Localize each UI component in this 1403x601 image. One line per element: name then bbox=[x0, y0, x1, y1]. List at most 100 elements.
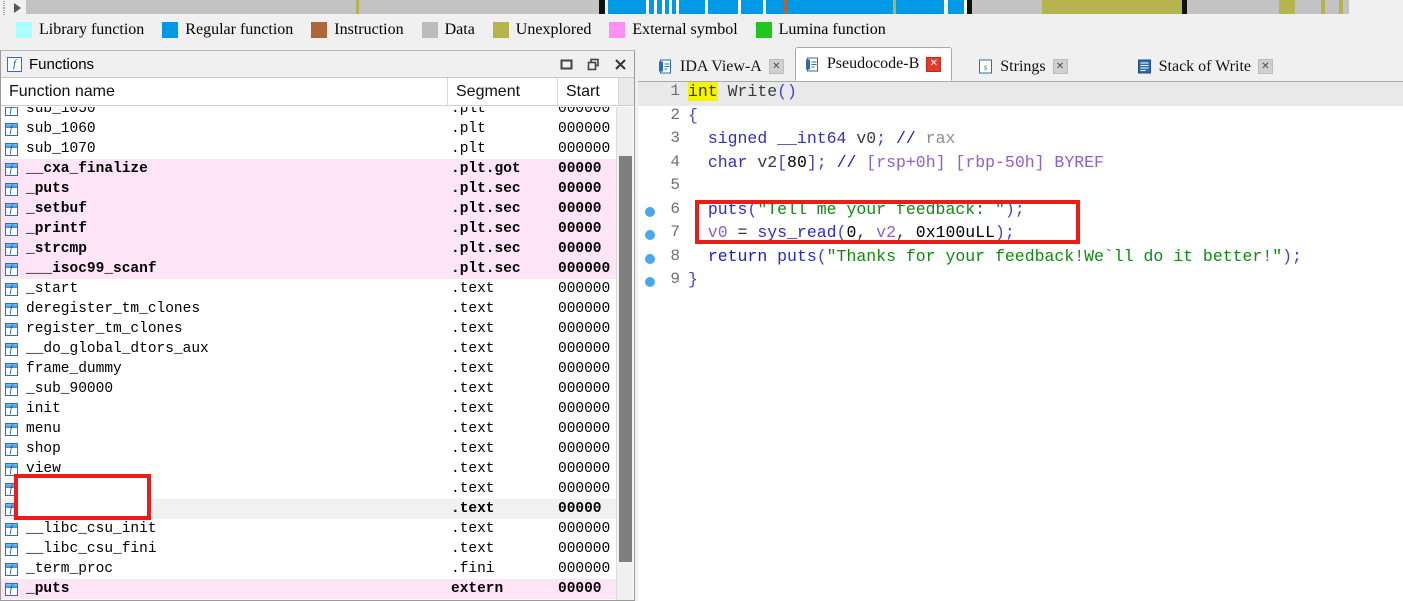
column-header-start[interactable]: Start bbox=[558, 78, 618, 105]
tab-close-icon[interactable]: ✕ bbox=[769, 59, 784, 74]
code-token bbox=[688, 153, 708, 172]
tab-close-icon[interactable]: ✕ bbox=[1258, 59, 1273, 74]
navigation-band-segment[interactable] bbox=[1042, 0, 1182, 14]
pseudocode-view[interactable]: 1int Write()2{3 signed __int64 v0; // ra… bbox=[638, 82, 1403, 601]
code-line[interactable]: 9} bbox=[638, 270, 1403, 294]
table-row[interactable]: f_term_proc.fini000000 bbox=[1, 559, 617, 579]
line-gutter: 3 bbox=[638, 129, 684, 147]
table-row[interactable]: fsub_1050.plt000000 bbox=[1, 107, 617, 119]
navigation-band-segment[interactable] bbox=[948, 0, 964, 14]
table-row[interactable]: f_putsextern00000 bbox=[1, 579, 617, 599]
pseudocode-icon bbox=[805, 57, 820, 72]
play-arrow-icon[interactable] bbox=[10, 1, 24, 15]
code-text: } bbox=[684, 270, 698, 289]
functions-list-scrollbar-thumb[interactable] bbox=[619, 156, 632, 562]
cell-segment: .plt.sec bbox=[448, 181, 558, 197]
table-row[interactable]: f_strcmp.plt.sec00000 bbox=[1, 239, 617, 259]
navigation-band-segment[interactable] bbox=[972, 0, 1042, 14]
navigation-band-segment[interactable] bbox=[1187, 0, 1279, 14]
tab-close-icon[interactable]: ✕ bbox=[926, 57, 941, 72]
legend-color-swatch bbox=[422, 22, 438, 38]
navigation-band-segment[interactable] bbox=[1325, 0, 1339, 14]
close-icon[interactable] bbox=[613, 57, 628, 72]
legend-item: External symbol bbox=[609, 21, 737, 39]
navigation-band-segment[interactable] bbox=[359, 0, 599, 14]
function-f-icon: f bbox=[1, 179, 21, 199]
code-line[interactable]: 1int Write() bbox=[638, 82, 1403, 106]
tab-close-icon[interactable]: ✕ bbox=[1053, 59, 1068, 74]
table-row[interactable]: f_start.text000000 bbox=[1, 279, 617, 299]
navigation-band-segment[interactable] bbox=[26, 0, 356, 14]
navigation-band-segment[interactable] bbox=[788, 0, 893, 14]
function-f-icon: f bbox=[1, 519, 21, 539]
tab-ida-view-a[interactable]: IDA View-A✕ bbox=[648, 52, 795, 81]
legend-color-swatch bbox=[16, 22, 32, 38]
maximize-icon[interactable] bbox=[559, 57, 574, 72]
table-row[interactable]: f__do_global_dtors_aux.text000000 bbox=[1, 339, 617, 359]
table-row[interactable]: fshop.text000000 bbox=[1, 439, 617, 459]
cell-segment: .text bbox=[448, 321, 558, 337]
statement-marker-icon[interactable] bbox=[645, 277, 655, 287]
code-token: [rsp+0h] [rbp-50h] bbox=[866, 153, 1044, 172]
table-row[interactable]: fderegister_tm_clones.text000000 bbox=[1, 299, 617, 319]
table-row[interactable]: f___isoc99_scanf.plt.sec000000 bbox=[1, 259, 617, 279]
table-row[interactable]: f__cxa_finalize.plt.got00000 bbox=[1, 159, 617, 179]
code-line[interactable]: 4 char v2[80]; // [rsp+0h] [rbp-50h] BYR… bbox=[638, 153, 1403, 177]
table-row[interactable]: fmenu.text000000 bbox=[1, 419, 617, 439]
navigation-band-segment[interactable] bbox=[679, 0, 705, 14]
cell-segment: .text bbox=[448, 421, 558, 437]
code-line[interactable]: 6 puts("Tell me your feedback: "); bbox=[638, 200, 1403, 224]
table-row[interactable]: fsub_1070.plt000000 bbox=[1, 139, 617, 159]
legend-color-swatch bbox=[162, 22, 178, 38]
code-token bbox=[718, 82, 728, 101]
functions-list-viewport: fsub_1050.plt000000fsub_1060.plt000000fs… bbox=[1, 107, 634, 600]
code-line[interactable]: 3 signed __int64 v0; // rax bbox=[638, 129, 1403, 153]
navigation-band-segment[interactable] bbox=[1295, 0, 1321, 14]
functions-list-scrollbar[interactable] bbox=[616, 107, 633, 600]
navigation-band[interactable] bbox=[26, 0, 1403, 14]
code-token bbox=[688, 129, 708, 148]
tab-strings[interactable]: sStrings✕ bbox=[968, 52, 1078, 81]
code-token: ] bbox=[807, 153, 817, 172]
navigation-band-segment[interactable] bbox=[608, 0, 646, 14]
table-row[interactable]: fregister_tm_clones.text000000 bbox=[1, 319, 617, 339]
table-row[interactable]: f_setbuf.plt.sec00000 bbox=[1, 199, 617, 219]
tab-pseudocode-b[interactable]: Pseudocode-B✕ bbox=[795, 47, 952, 81]
code-line[interactable]: 8 return puts("Thanks for your feedback!… bbox=[638, 247, 1403, 271]
code-line[interactable]: 5 bbox=[638, 176, 1403, 200]
restore-icon[interactable] bbox=[586, 57, 601, 72]
functions-panel-titlebar[interactable]: f Functions bbox=[1, 51, 634, 78]
navigation-band-segment[interactable] bbox=[896, 0, 944, 14]
table-row[interactable]: finit.text000000 bbox=[1, 399, 617, 419]
cell-start-address: 000000 bbox=[558, 381, 617, 397]
cell-start-address: 000000 bbox=[558, 541, 617, 557]
table-row[interactable]: f_printf.plt.sec00000 bbox=[1, 219, 617, 239]
navigation-band-segment[interactable] bbox=[741, 0, 763, 14]
cell-function-name: __do_global_dtors_aux bbox=[21, 341, 448, 357]
column-header-segment[interactable]: Segment bbox=[448, 78, 558, 105]
navigation-band-segment[interactable] bbox=[766, 0, 784, 14]
legend-item: Instruction bbox=[311, 21, 403, 39]
statement-marker-icon[interactable] bbox=[645, 254, 655, 264]
legend-label: Library function bbox=[39, 21, 144, 39]
column-header-function-name[interactable]: Function name bbox=[1, 78, 448, 105]
code-line[interactable]: 2{ bbox=[638, 106, 1403, 130]
code-line[interactable]: 7 v0 = sys_read(0, v2, 0x100uLL); bbox=[638, 223, 1403, 247]
navigation-band-segment[interactable] bbox=[708, 0, 738, 14]
cell-segment: .text bbox=[448, 541, 558, 557]
table-row[interactable]: fframe_dummy.text000000 bbox=[1, 359, 617, 379]
navigation-band-segment[interactable] bbox=[1343, 0, 1349, 14]
function-f-icon: f bbox=[1, 239, 21, 259]
statement-marker-icon[interactable] bbox=[645, 207, 655, 217]
navigation-band-segment[interactable] bbox=[1279, 0, 1295, 14]
cell-start-address: 00000 bbox=[558, 161, 617, 177]
table-row[interactable]: f__libc_csu_init.text000000 bbox=[1, 519, 617, 539]
statement-marker-icon[interactable] bbox=[645, 230, 655, 240]
tab-stack-of-write[interactable]: Stack of Write✕ bbox=[1127, 52, 1284, 81]
code-token: v0 bbox=[688, 223, 738, 242]
table-row[interactable]: f__libc_csu_fini.text000000 bbox=[1, 539, 617, 559]
table-row[interactable]: fsub_1060.plt000000 bbox=[1, 119, 617, 139]
table-row[interactable]: f_puts.plt.sec00000 bbox=[1, 179, 617, 199]
table-row[interactable]: f_sub_90000.text000000 bbox=[1, 379, 617, 399]
panel-drag-handle[interactable] bbox=[0, 0, 8, 16]
